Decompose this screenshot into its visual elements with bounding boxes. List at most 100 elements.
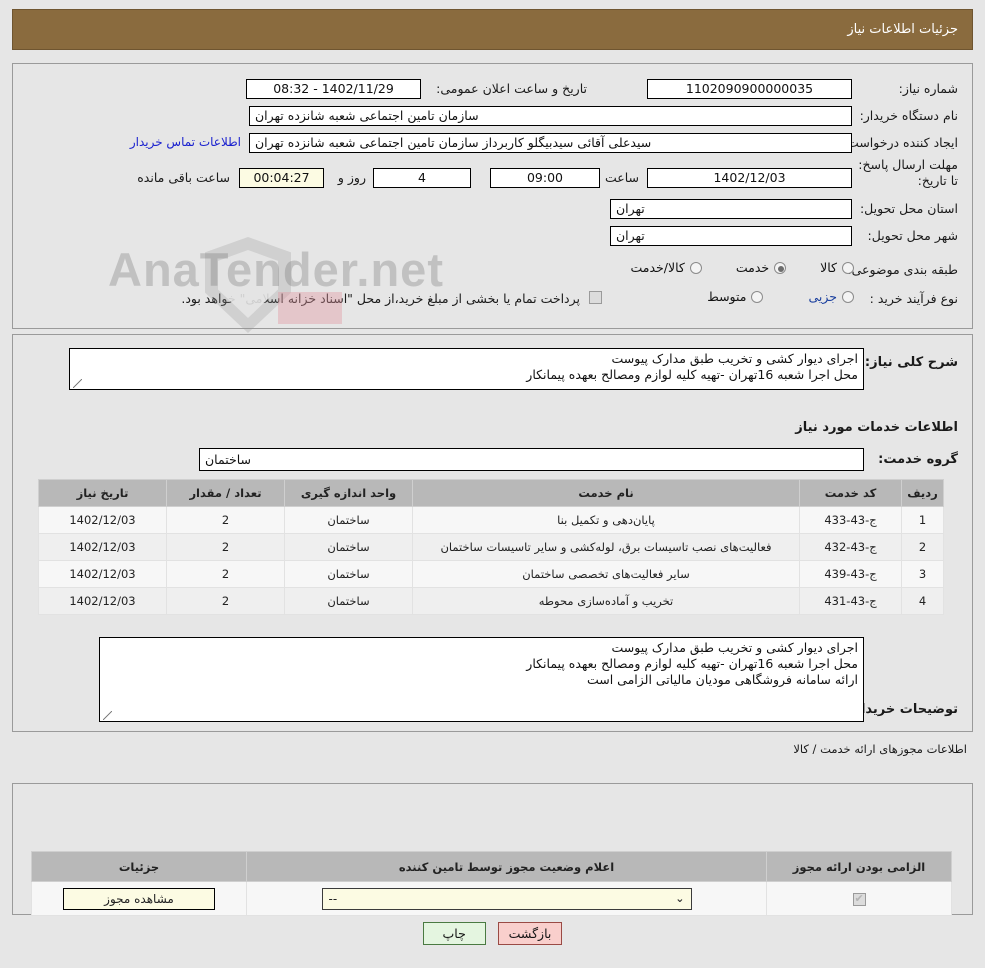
service-row-index: 4 [901, 587, 944, 615]
delivery-province-label: استان محل تحویل: [859, 201, 958, 216]
service-row-qty: 2 [166, 560, 285, 588]
radio-icon[interactable] [842, 261, 854, 274]
radio-icon[interactable] [842, 290, 854, 303]
page-header: جزئیات اطلاعات نیاز [12, 9, 973, 50]
col-permit-required: الزامی بودن ارائه مجوز [766, 851, 952, 882]
service-row-unit: ساختمان [284, 587, 413, 615]
announce-label-wrap: تاریخ و ساعت اعلان عمومی: [436, 81, 587, 96]
permits-section-label: اطلاعات مجوزهای ارائه خدمت / کالا [793, 742, 967, 756]
service-row-index: 3 [901, 560, 944, 588]
permit-required-cell [766, 881, 952, 916]
permit-details-cell: مشاهده مجوز [31, 881, 247, 916]
announce-datetime-value: 1402/11/29 - 08:32 [246, 79, 421, 99]
buyer-org-row: نام دستگاه خریدار: [860, 108, 958, 123]
treasury-bonds-text: پرداخت تمام یا بخشی از مبلغ خرید،از محل … [181, 291, 580, 306]
buyer-org-value: سازمان تامین اجتماعی شعبه شانزده تهران [249, 106, 852, 126]
service-row-date: 1402/12/03 [38, 506, 167, 534]
service-row-qty: 2 [166, 587, 285, 615]
permits-panel: الزامی بودن ارائه مجوز اعلام وضعیت مجوز … [12, 783, 973, 916]
service-row-code: ج-43-439 [799, 560, 902, 588]
service-row-date: 1402/12/03 [38, 560, 167, 588]
category-option-khedmat[interactable]: خدمت [735, 260, 787, 275]
buyer-contact-link[interactable]: اطلاعات تماس خریدار [130, 135, 241, 149]
back-button[interactable]: بازگشت [497, 922, 563, 945]
table-row: 4 ج-43-431 تخریب و آماده‌سازی محوطه ساختمان… [38, 587, 944, 615]
chevron-down-icon: ⌄ [675, 892, 685, 905]
page-title: جزئیات اطلاعات نیاز [847, 22, 958, 37]
category-option-label: خدمت [735, 260, 770, 275]
print-button[interactable]: چاپ [422, 922, 486, 945]
deadline-label-wrap: مهلت ارسال پاسخ: تا تاریخ: [858, 157, 958, 189]
permit-status-select[interactable]: ⌄ -- [321, 887, 692, 910]
service-row-code: ج-43-433 [799, 506, 902, 534]
category-label: طبقه بندی موضوعی: [847, 262, 958, 277]
table-row: 2 ج-43-432 فعالیت‌های نصب تاسیسات برق، لول… [38, 533, 944, 561]
province-row: استان محل تحویل: [860, 201, 958, 216]
table-header-row: ردیف کد خدمت نام خدمت واحد اندازه گیری ت… [38, 479, 944, 507]
services-info-title: اطلاعات خدمات مورد نیاز [795, 420, 958, 435]
process-option-motevaset[interactable]: متوسط [707, 289, 764, 304]
col-permit-status: اعلام وضعیت مجوز توسط تامین کننده [246, 851, 767, 882]
service-row-name: تخریب و آماده‌سازی محوطه [412, 587, 800, 615]
service-row-unit: ساختمان [284, 533, 413, 561]
countdown-timer: 00:04:27 [239, 168, 324, 188]
deadline-date-value: 1402/12/03 [647, 168, 852, 188]
deadline-time-value: 09:00 [490, 168, 600, 188]
need-number-value: 1102090900000035 [647, 79, 852, 99]
col-qty: تعداد / مقدار [166, 479, 285, 507]
col-name: نام خدمت [412, 479, 800, 507]
footer-actions: بازگشت چاپ [0, 922, 985, 945]
category-radio-group[interactable]: کالا خدمت کالا/خدمت [630, 260, 854, 275]
delivery-city-value: تهران [610, 226, 852, 246]
permit-status-value: -- [328, 891, 338, 906]
process-option-label: متوسط [707, 289, 747, 304]
view-permit-button[interactable]: مشاهده مجوز [63, 887, 215, 910]
service-row-name: فعالیت‌های نصب تاسیسات برق، لوله‌کشی و س… [412, 533, 800, 561]
col-code: کد خدمت [799, 479, 902, 507]
service-row-code: ج-43-432 [799, 533, 902, 561]
need-number-row: شماره نیاز: [899, 81, 958, 96]
table-row: 1 ج-43-433 پایان‌دهی و تکمیل بنا ساختمان 2 14… [38, 506, 944, 534]
treasury-bonds-checkbox[interactable] [589, 291, 602, 304]
service-details-panel: شرح کلی نیاز: اجرای دیوار کشی و تخریب طب… [12, 334, 973, 732]
city-row: شهر محل تحویل: [868, 228, 958, 243]
creator-row: ایجاد کننده درخواست: [843, 135, 958, 150]
services-table: ردیف کد خدمت نام خدمت واحد اندازه گیری ت… [38, 479, 944, 615]
service-row-index: 1 [901, 506, 944, 534]
category-option-label: کالا/خدمت [630, 260, 685, 275]
service-row-unit: ساختمان [284, 506, 413, 534]
general-description-value: اجرای دیوار کشی و تخریب طبق مدارک پیوست … [69, 348, 864, 390]
buyer-notes-label: توضیحات خریدار: [848, 702, 958, 717]
table-row: ⌄ -- مشاهده مجوز [31, 881, 952, 916]
service-row-code: ج-43-431 [799, 587, 902, 615]
buyer-notes-value: اجرای دیوار کشی و تخریب طبق مدارک پیوست … [99, 637, 864, 722]
need-summary-panel: شماره نیاز: 1102090900000035 تاریخ و ساع… [12, 63, 973, 329]
deadline-hour-label: ساعت [604, 170, 639, 185]
radio-icon[interactable] [751, 290, 764, 303]
table-row: 3 ج-43-439 سایر فعالیت‌های تخصصی ساختمان سا… [38, 560, 944, 588]
service-row-unit: ساختمان [284, 560, 413, 588]
delivery-province-value: تهران [610, 199, 852, 219]
radio-icon[interactable] [774, 261, 787, 274]
process-option-label: جزیی [808, 289, 837, 304]
general-description-label: شرح کلی نیاز: [864, 355, 958, 370]
process-option-jozee[interactable]: جزیی [808, 289, 854, 304]
service-row-date: 1402/12/03 [38, 587, 167, 615]
days-remaining-label: روز و [337, 170, 366, 185]
permit-status-cell: ⌄ -- [246, 881, 767, 916]
service-row-index: 2 [901, 533, 944, 561]
resize-grip-icon[interactable] [73, 379, 82, 388]
service-row-date: 1402/12/03 [38, 533, 167, 561]
announce-datetime-label: تاریخ و ساعت اعلان عمومی: [436, 81, 587, 96]
category-option-kala[interactable]: کالا [820, 260, 854, 275]
process-radio-group[interactable]: جزیی متوسط [707, 289, 854, 304]
service-row-name: سایر فعالیت‌های تخصصی ساختمان [412, 560, 800, 588]
resize-grip-icon[interactable] [103, 711, 112, 720]
col-permit-details: جزئیات [31, 851, 247, 882]
page-root: جزئیات اطلاعات نیاز شماره نیاز: 11020909… [0, 0, 985, 968]
permits-table: الزامی بودن ارائه مجوز اعلام وضعیت مجوز … [31, 851, 952, 916]
hours-remaining-label: ساعت باقی مانده [137, 170, 230, 185]
table-header-row: الزامی بودن ارائه مجوز اعلام وضعیت مجوز … [31, 851, 952, 882]
category-option-kala-khedmat[interactable]: کالا/خدمت [630, 260, 702, 275]
radio-icon[interactable] [689, 261, 702, 274]
